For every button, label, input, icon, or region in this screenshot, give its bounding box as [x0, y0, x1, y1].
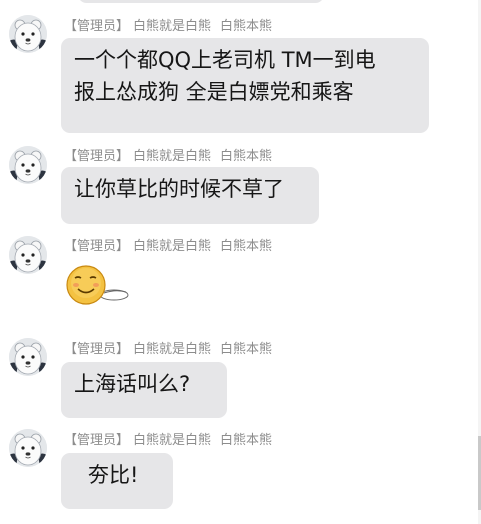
message-text: 让你草比的时候不草了: [74, 177, 284, 201]
message-bubble[interactable]: 夯比!: [61, 453, 173, 509]
message-text-line: 一个个都QQ上老司机 TM一到电: [74, 48, 376, 72]
sender-nickname[interactable]: 白熊就是白熊: [133, 342, 211, 357]
chat-window: 【管理员】 白熊就是白熊 白熊本熊 一个个都QQ上老司机 TM一到电 报上怂成狗 全…: [0, 0, 481, 524]
message-bubble[interactable]: 让你草比的时候不草了: [61, 167, 319, 224]
message-meta: 【管理员】 白熊就是白熊 白熊本熊: [64, 432, 276, 450]
sender-nickname[interactable]: 白熊就是白熊: [133, 149, 211, 164]
message-text: 夯比!: [88, 463, 139, 487]
role-badge: 【管理员】: [64, 239, 130, 254]
message-text: 上海话叫么?: [74, 372, 191, 396]
previous-message-bubble[interactable]: [78, 0, 324, 3]
polar-bear-avatar-icon[interactable]: [9, 236, 47, 274]
message-bubble[interactable]: 上海话叫么?: [61, 362, 227, 418]
polar-bear-avatar-icon[interactable]: [9, 338, 47, 376]
role-badge: 【管理员】: [64, 149, 130, 164]
sender-nickname[interactable]: 白熊就是白熊: [133, 19, 211, 34]
message-bubble[interactable]: 一个个都QQ上老司机 TM一到电 报上怂成狗 全是白嫖党和乘客: [61, 38, 429, 133]
member-title-tag: 白熊本熊: [220, 19, 273, 34]
message-meta: 【管理员】 白熊就是白熊 白熊本熊: [64, 238, 276, 256]
role-badge: 【管理员】: [64, 19, 130, 34]
polar-bear-avatar-icon[interactable]: [9, 15, 47, 53]
polar-bear-avatar-icon[interactable]: [9, 429, 47, 467]
polar-bear-avatar-icon[interactable]: [9, 146, 47, 184]
sender-nickname[interactable]: 白熊就是白熊: [133, 239, 211, 254]
message-meta: 【管理员】 白熊就是白熊 白熊本熊: [64, 148, 276, 166]
role-badge: 【管理员】: [64, 342, 130, 357]
sender-nickname[interactable]: 白熊就是白熊: [133, 433, 211, 448]
member-title-tag: 白熊本熊: [220, 342, 273, 357]
smiley-lying-down-emoji[interactable]: [64, 263, 132, 311]
member-title-tag: 白熊本熊: [220, 433, 273, 448]
member-title-tag: 白熊本熊: [220, 149, 273, 164]
message-meta: 【管理员】 白熊就是白熊 白熊本熊: [64, 341, 276, 359]
message-meta: 【管理员】 白熊就是白熊 白熊本熊: [64, 18, 276, 36]
member-title-tag: 白熊本熊: [220, 239, 273, 254]
role-badge: 【管理员】: [64, 433, 130, 448]
message-text-line: 报上怂成狗 全是白嫖党和乘客: [74, 80, 354, 104]
